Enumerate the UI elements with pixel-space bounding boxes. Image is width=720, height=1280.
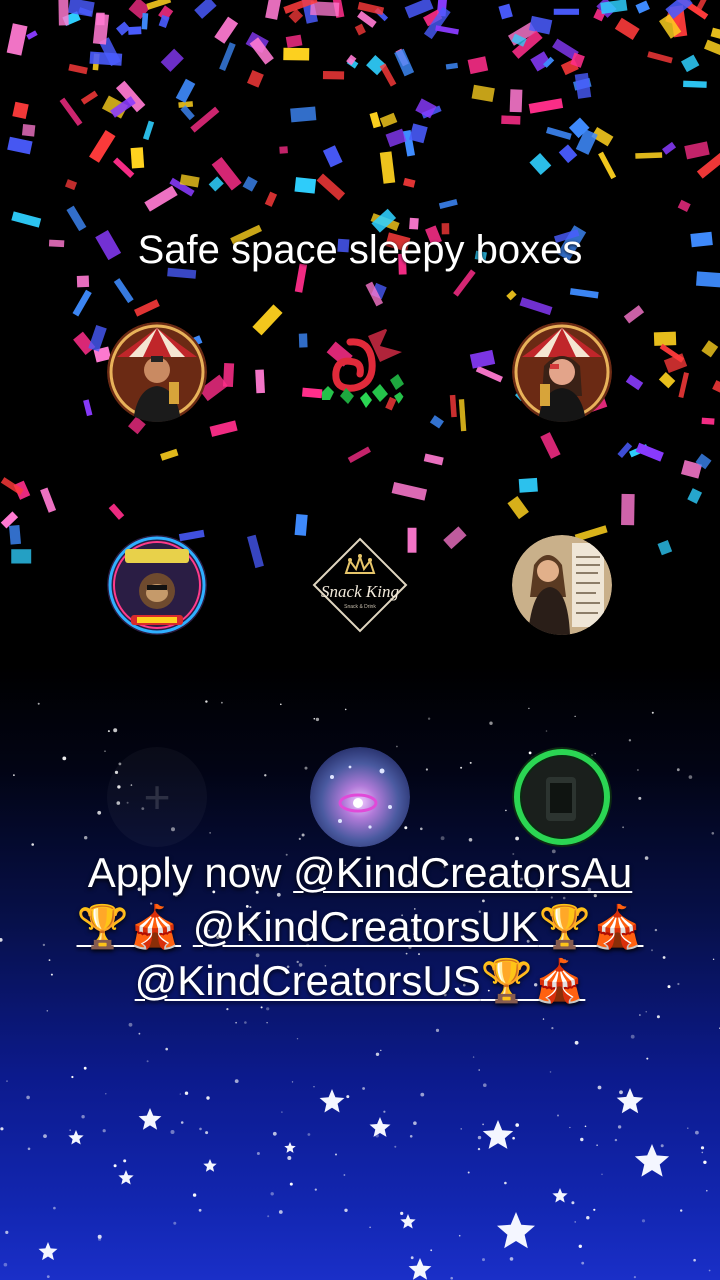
snack-king-logo: Snack King Snack & Drink	[310, 535, 410, 635]
avatar-sloth-badge[interactable]	[107, 535, 207, 635]
sloth-badge-image	[107, 535, 207, 635]
dragon-icon	[322, 328, 406, 408]
snack-king-text: Snack King	[321, 582, 399, 601]
handle-kindcreators-uk[interactable]: @KindCreatorsUK	[193, 903, 539, 950]
plus-icon: +	[143, 771, 171, 823]
handle-kindcreators-us[interactable]: @KindCreatorsUS	[135, 957, 481, 1004]
woman-poster-image	[512, 535, 612, 635]
avatar-circus-man[interactable]	[107, 322, 207, 422]
circus-man-image	[107, 322, 207, 422]
emoji-trophy-tent-1: 🏆🎪	[76, 903, 182, 950]
avatar-woman-poster[interactable]	[512, 535, 612, 635]
apply-now-label: Apply now	[87, 849, 294, 896]
emoji-trophy-tent-2: 🏆🎪	[538, 903, 644, 950]
avatar-green-dragon[interactable]	[310, 322, 410, 422]
green-ring-image	[512, 747, 612, 847]
apply-now-text: Apply now @KindCreatorsAu 🏆🎪 @KindCreato…	[20, 846, 700, 1008]
avatar-grid: Snack King Snack & Drink +	[0, 0, 720, 1280]
avatar-snack-king[interactable]: Snack King Snack & Drink	[310, 535, 410, 635]
galaxy-image	[310, 747, 410, 847]
avatar-galaxy[interactable]	[310, 747, 410, 847]
avatar-circus-woman[interactable]	[512, 322, 612, 422]
circus-woman-image	[512, 322, 612, 422]
avatar-green-ring[interactable]	[512, 747, 612, 847]
snack-king-subtext: Snack & Drink	[344, 604, 376, 610]
handle-kindcreators-au[interactable]: @KindCreatorsAu	[293, 849, 632, 896]
emoji-trophy-tent-3: 🏆🎪	[480, 957, 586, 1004]
add-button[interactable]: +	[107, 747, 207, 847]
